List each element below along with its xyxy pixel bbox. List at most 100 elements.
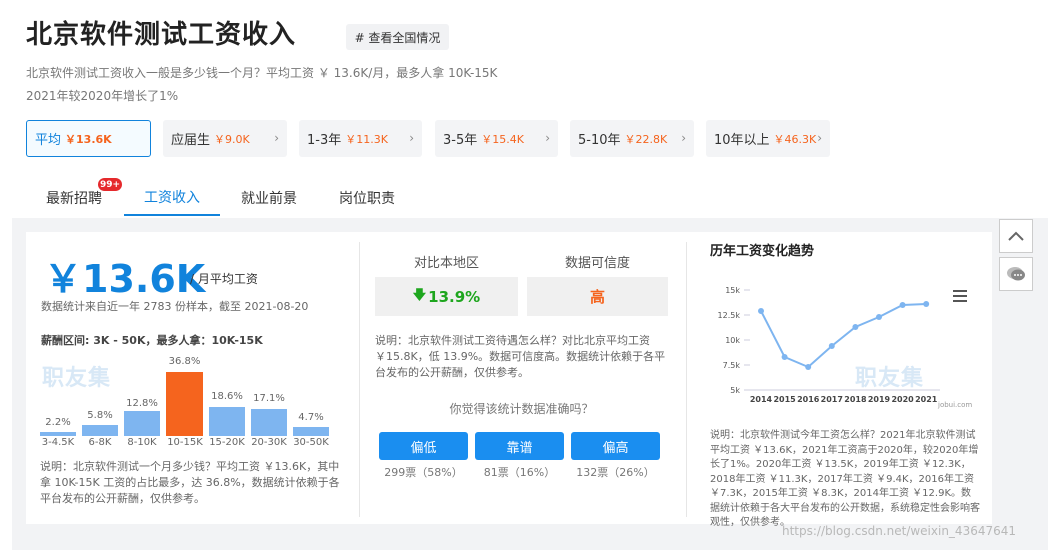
scroll-top-button[interactable] [999,219,1033,253]
x-tick-label: 2016 [797,395,820,404]
level-label: 5-10年 [578,133,621,148]
chevron-right-icon: › [817,131,822,145]
credibility-label: 数据可信度 [564,256,630,271]
trend-title: 历年工资变化趋势 [710,244,815,259]
vote-count: 81票（16%） [483,466,556,479]
chevron-right-icon: › [681,131,686,145]
y-tick-label: 12.5k [718,311,741,320]
data-point[interactable] [828,343,835,349]
chat-icon [1007,267,1025,281]
level-1-3y[interactable]: 1-3年 ￥11.3K › [299,120,422,157]
dist-range: 30-50K [293,437,329,448]
chevron-right-icon: › [274,131,279,145]
level-label: 平均 [35,133,62,148]
data-point[interactable] [781,354,788,360]
level-label: 3-5年 [443,133,478,148]
dist-pct: 5.8% [87,410,113,421]
level-10y-plus[interactable]: 10年以上 ￥46.3K › [706,120,830,157]
dist-pct: 36.8% [168,356,201,367]
x-tick-label: 2018 [844,395,867,404]
level-5-10y[interactable]: 5-10年 ￥22.8K › [570,120,694,157]
trend-explanation: 说明：北京软件测试今年工资怎么样？2021年北京软件测试平均工资 ￥13.6K，… [710,430,980,528]
data-point[interactable] [805,364,812,370]
x-tick-label: 2019 [868,395,891,404]
dist-range: 3-4.5K [41,437,75,448]
dist-pct: 12.8% [126,398,158,409]
y-tick-label: 7.5k [723,361,741,370]
dist-bar [40,432,76,436]
dist-range: 10-15K [167,437,203,448]
level-average[interactable]: 平均 ￥13.6K [26,120,151,157]
tab-prospects[interactable]: 就业前景 [224,180,314,216]
jobs-count-badge: 99+ [98,178,122,191]
data-point[interactable] [899,302,906,308]
dist-range: 6-8K [88,437,112,448]
y-tick-label: 15k [725,286,740,295]
level-value: ￥9.0K [214,132,250,146]
chevron-right-icon: › [409,131,414,145]
x-tick-label: 2015 [773,395,796,404]
accuracy-question: 你觉得该统计数据准确吗？ [449,402,594,416]
trend-chart: 5k7.5k10k12.5k15k 2014 2015 2016 2017 2018 20… [718,286,940,404]
level-value: ￥22.8K [624,132,668,146]
data-point[interactable] [852,324,859,330]
vote-accurate-button[interactable]: 靠谱 [475,432,564,460]
vote-high-button[interactable]: 偏高 [571,432,660,460]
dist-pct: 17.1% [253,393,285,404]
dist-range: 15-20K [209,437,245,448]
y-tick-label: 10k [725,336,740,345]
x-tick-label: 2020 [891,395,914,404]
view-national-button[interactable]: # 查看全国情况 [346,24,449,50]
dist-pct: 18.6% [211,391,243,402]
salary-range-note: 薪酬区间: 3K - 50K，最多人拿：10K-15K [41,334,263,347]
level-3-5y[interactable]: 3-5年 ￥15.4K › [435,120,558,157]
dist-range: 8-10K [127,437,157,448]
page-title: 北京软件测试工资收入 [26,20,297,50]
divider [686,242,687,517]
vote-count: 299票（58%） [384,466,463,479]
site-credit: jobui.com [938,401,973,409]
divider [359,242,360,517]
compare-region-label: 对比本地区 [413,256,479,271]
credibility-value: 高 [527,277,668,316]
data-point[interactable] [876,314,882,320]
dist-pct: 4.7% [298,412,324,423]
x-tick-label: 2017 [821,395,843,404]
compare-explanation: 说明：北京软件测试工资待遇怎么样？对比北京平均工资 ￥15.8K，低 13.9%… [375,334,666,379]
dist-bar [124,411,160,436]
blog-watermark: https://blog.csdn.net/weixin_43647641 [782,524,1017,538]
level-label: 应届生 [171,133,211,148]
summary-line-1: 北京软件测试工资收入一般是多少钱一个月？平均工资 ￥ 13.6K/月，最多人拿 … [26,66,498,80]
vote-count: 132票（26%） [576,466,655,479]
x-tick-label: 2014 [750,395,773,404]
dist-bar [82,425,118,436]
data-point[interactable] [923,301,930,307]
dist-bar [293,427,329,436]
feedback-button[interactable] [999,257,1033,291]
average-salary-suffix: / 月平均工资 [190,272,258,286]
compare-region-value: 🡇 13.9% [375,277,518,316]
salary-explanation: 说明：北京软件测试一个月多少钱？平均工资 ￥13.6K，其中拿 10K-15K … [40,460,340,505]
level-graduate[interactable]: 应届生 ￥9.0K › [163,120,287,157]
level-value: ￥46.3K [773,132,817,146]
dist-bar [251,409,287,436]
level-value: ￥11.3K [345,132,388,146]
vote-low-button[interactable]: 偏低 [379,432,468,460]
level-value: ￥15.4K [481,132,524,146]
watermark-logo: 职友集 [855,366,925,391]
arrow-down-icon: 🡇 [412,287,427,303]
level-value: ￥13.6K [65,132,112,146]
dist-pct: 2.2% [45,417,71,428]
dist-bar-highlight [166,372,203,436]
tab-duties[interactable]: 岗位职责 [320,180,414,216]
level-label: 1-3年 [307,133,342,148]
compare-percent: 13.9% [428,287,481,306]
level-label: 10年以上 [714,133,770,148]
tab-salary[interactable]: 工资收入 [124,180,220,216]
dist-range: 20-30K [251,437,287,448]
x-tick-label: 2021 [915,395,938,404]
salary-distribution [40,360,334,436]
data-point[interactable] [758,308,764,314]
chevron-up-icon [1008,231,1024,241]
chevron-right-icon: › [545,131,550,145]
